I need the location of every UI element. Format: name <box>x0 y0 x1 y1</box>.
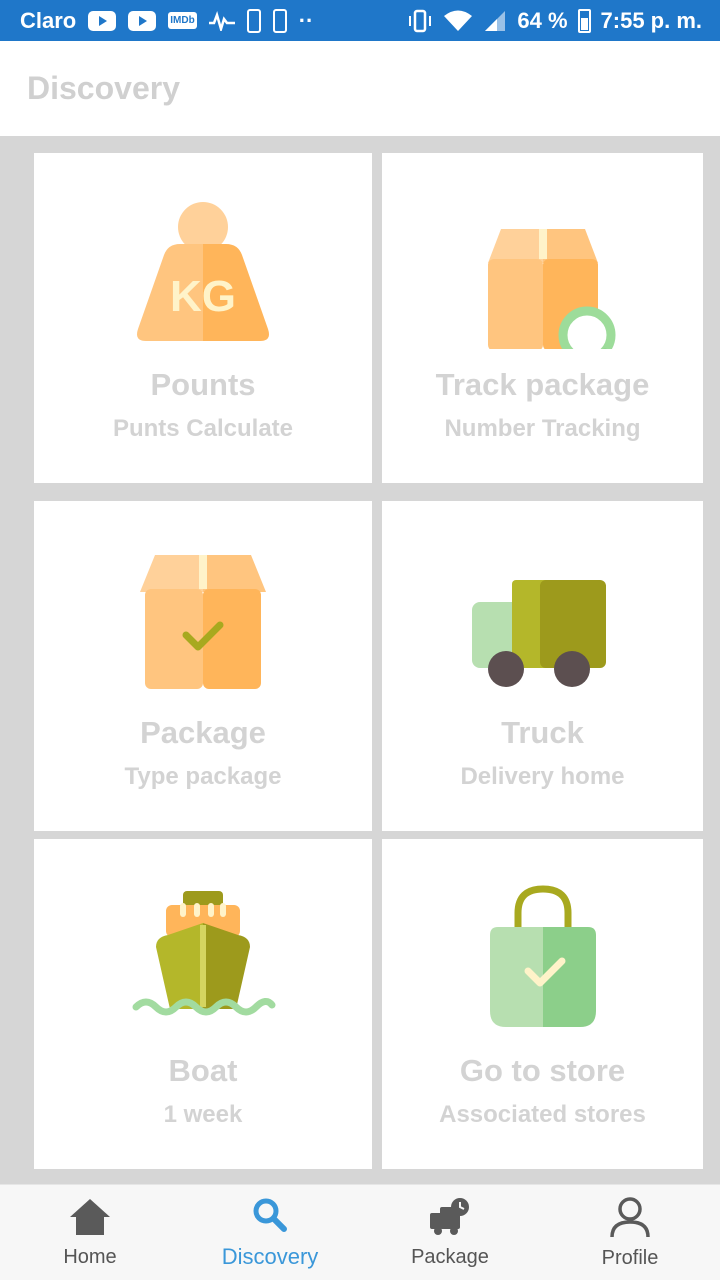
nav-profile[interactable]: Profile <box>540 1185 720 1280</box>
card-truck[interactable]: Truck Delivery home <box>382 501 703 831</box>
shopping-bag-icon <box>458 875 628 1045</box>
package-search-icon <box>458 189 628 359</box>
wifi-icon <box>443 9 473 33</box>
bottom-navigation: Home Discovery Package Profile <box>0 1184 720 1280</box>
battery-icon <box>577 8 591 33</box>
imdb-icon: IMDb <box>168 12 197 29</box>
status-bar: Claro IMDb ·· 64 % 7:55 p. m. <box>0 0 720 41</box>
card-title: Go to store <box>459 1053 626 1088</box>
card-pounts[interactable]: KG Pounts Punts Calculate <box>34 153 372 483</box>
card-track-package[interactable]: Track package Number Tracking <box>382 153 703 483</box>
card-title: Boat <box>168 1053 238 1088</box>
home-icon <box>68 1197 112 1242</box>
card-subtitle: 1 week <box>163 1101 243 1128</box>
nav-label: Profile <box>601 1246 659 1269</box>
card-subtitle: Punts Calculate <box>112 415 294 442</box>
audio-wave-icon <box>208 10 235 31</box>
card-subtitle: Number Tracking <box>444 415 641 442</box>
card-subtitle: Associated stores <box>439 1101 646 1128</box>
nav-package[interactable]: Package <box>360 1185 540 1280</box>
person-icon <box>608 1196 652 1243</box>
status-right: 64 % 7:55 p. m. <box>407 8 702 34</box>
card-title: Truck <box>501 715 584 750</box>
search-icon <box>250 1195 290 1240</box>
nba-icon <box>246 8 261 33</box>
truck-icon <box>458 537 628 707</box>
more-notifications-dots: ·· <box>298 7 314 33</box>
card-title: Pounts <box>150 367 256 402</box>
card-title: Package <box>140 715 266 750</box>
svg-text:KG: KG <box>170 272 236 321</box>
delivery-truck-icon <box>428 1197 472 1242</box>
nav-discovery[interactable]: Discovery <box>180 1185 360 1280</box>
nav-label: Package <box>411 1245 489 1268</box>
youtube-icon <box>128 10 157 31</box>
card-subtitle: Type package <box>124 763 282 790</box>
card-go-to-store[interactable]: Go to store Associated stores <box>382 839 703 1169</box>
card-boat[interactable]: Boat 1 week <box>34 839 372 1169</box>
signal-icon <box>483 9 507 33</box>
nav-label: Home <box>63 1245 117 1268</box>
boat-icon <box>118 875 288 1045</box>
clock: 7:55 p. m. <box>600 7 702 33</box>
app-header: Discovery <box>0 41 720 136</box>
card-subtitle: Delivery home <box>460 763 625 790</box>
package-check-icon <box>118 537 288 707</box>
nav-label: Discovery <box>221 1244 319 1269</box>
discovery-grid: KG Pounts Punts Calculate Track package … <box>0 136 720 1184</box>
card-title: Track package <box>435 367 650 402</box>
card-package[interactable]: Package Type package <box>34 501 372 831</box>
status-left: Claro IMDb ·· <box>20 8 313 34</box>
youtube-icon <box>88 10 117 31</box>
nav-home[interactable]: Home <box>0 1185 180 1280</box>
nba-icon <box>272 8 287 33</box>
vibrate-icon <box>407 9 433 33</box>
battery-percent: 64 % <box>517 7 568 33</box>
page-title: Discovery <box>27 70 180 106</box>
kg-weight-icon: KG <box>118 189 288 359</box>
carrier-name: Claro <box>20 7 77 33</box>
